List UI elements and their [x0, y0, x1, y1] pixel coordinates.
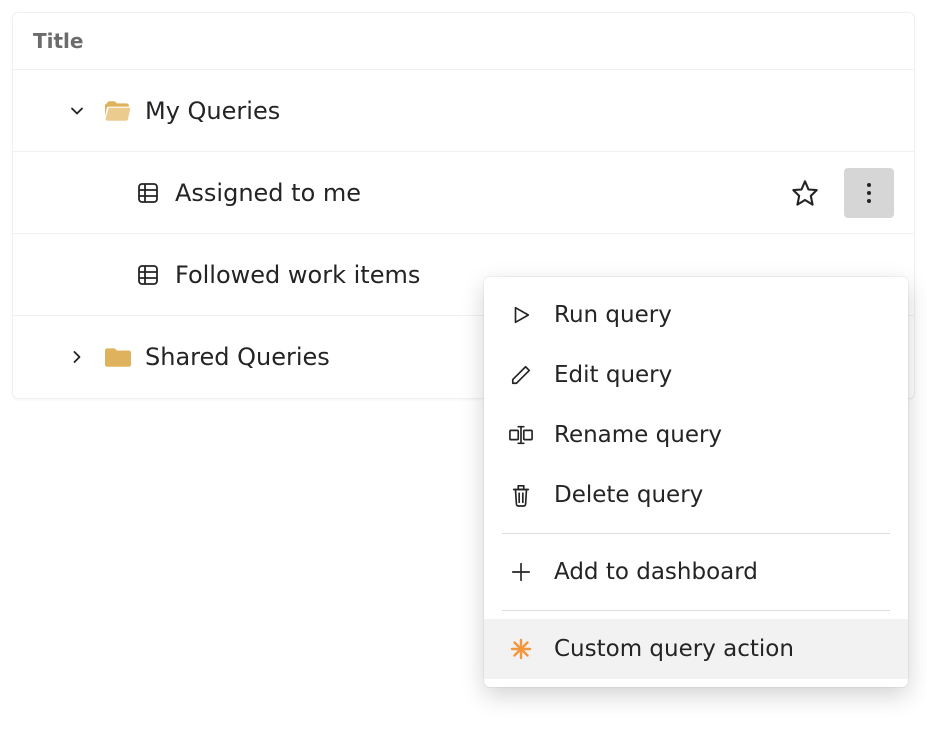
- menu-item-label: Run query: [554, 302, 672, 328]
- menu-separator: [502, 533, 890, 534]
- asterisk-icon: [508, 636, 534, 662]
- folder-icon: [105, 346, 131, 368]
- menu-item-label: Delete query: [554, 482, 703, 508]
- menu-item-label: Edit query: [554, 362, 672, 388]
- plus-icon: [508, 559, 534, 585]
- menu-item-label: Add to dashboard: [554, 559, 758, 585]
- menu-item-label: Rename query: [554, 422, 722, 448]
- context-menu: Run query Edit query Rename query Delete…: [484, 277, 908, 687]
- menu-item-custom-query-action[interactable]: Custom query action: [484, 619, 908, 679]
- more-actions-button[interactable]: [844, 168, 894, 218]
- folder-label: My Queries: [145, 97, 280, 125]
- rename-icon: [508, 422, 534, 448]
- folder-label: Shared Queries: [145, 343, 330, 371]
- chevron-right-icon[interactable]: [63, 343, 91, 371]
- query-row-assigned-to-me[interactable]: Assigned to me: [13, 152, 914, 234]
- chevron-down-icon[interactable]: [63, 97, 91, 125]
- folder-open-icon: [105, 100, 131, 122]
- menu-item-label: Custom query action: [554, 636, 794, 662]
- query-icon: [135, 262, 161, 288]
- menu-item-add-to-dashboard[interactable]: Add to dashboard: [484, 542, 908, 602]
- query-icon: [135, 180, 161, 206]
- favorite-button[interactable]: [780, 168, 830, 218]
- trash-icon: [508, 482, 534, 508]
- play-icon: [508, 302, 534, 328]
- menu-item-run-query[interactable]: Run query: [484, 285, 908, 345]
- query-label: Followed work items: [175, 261, 420, 289]
- query-label: Assigned to me: [175, 179, 361, 207]
- column-header: Title: [13, 13, 914, 70]
- column-title: Title: [33, 29, 83, 53]
- menu-item-delete-query[interactable]: Delete query: [484, 465, 908, 525]
- folder-row-my-queries[interactable]: My Queries: [13, 70, 914, 152]
- pencil-icon: [508, 362, 534, 388]
- menu-separator: [502, 610, 890, 611]
- menu-item-rename-query[interactable]: Rename query: [484, 405, 908, 465]
- menu-item-edit-query[interactable]: Edit query: [484, 345, 908, 405]
